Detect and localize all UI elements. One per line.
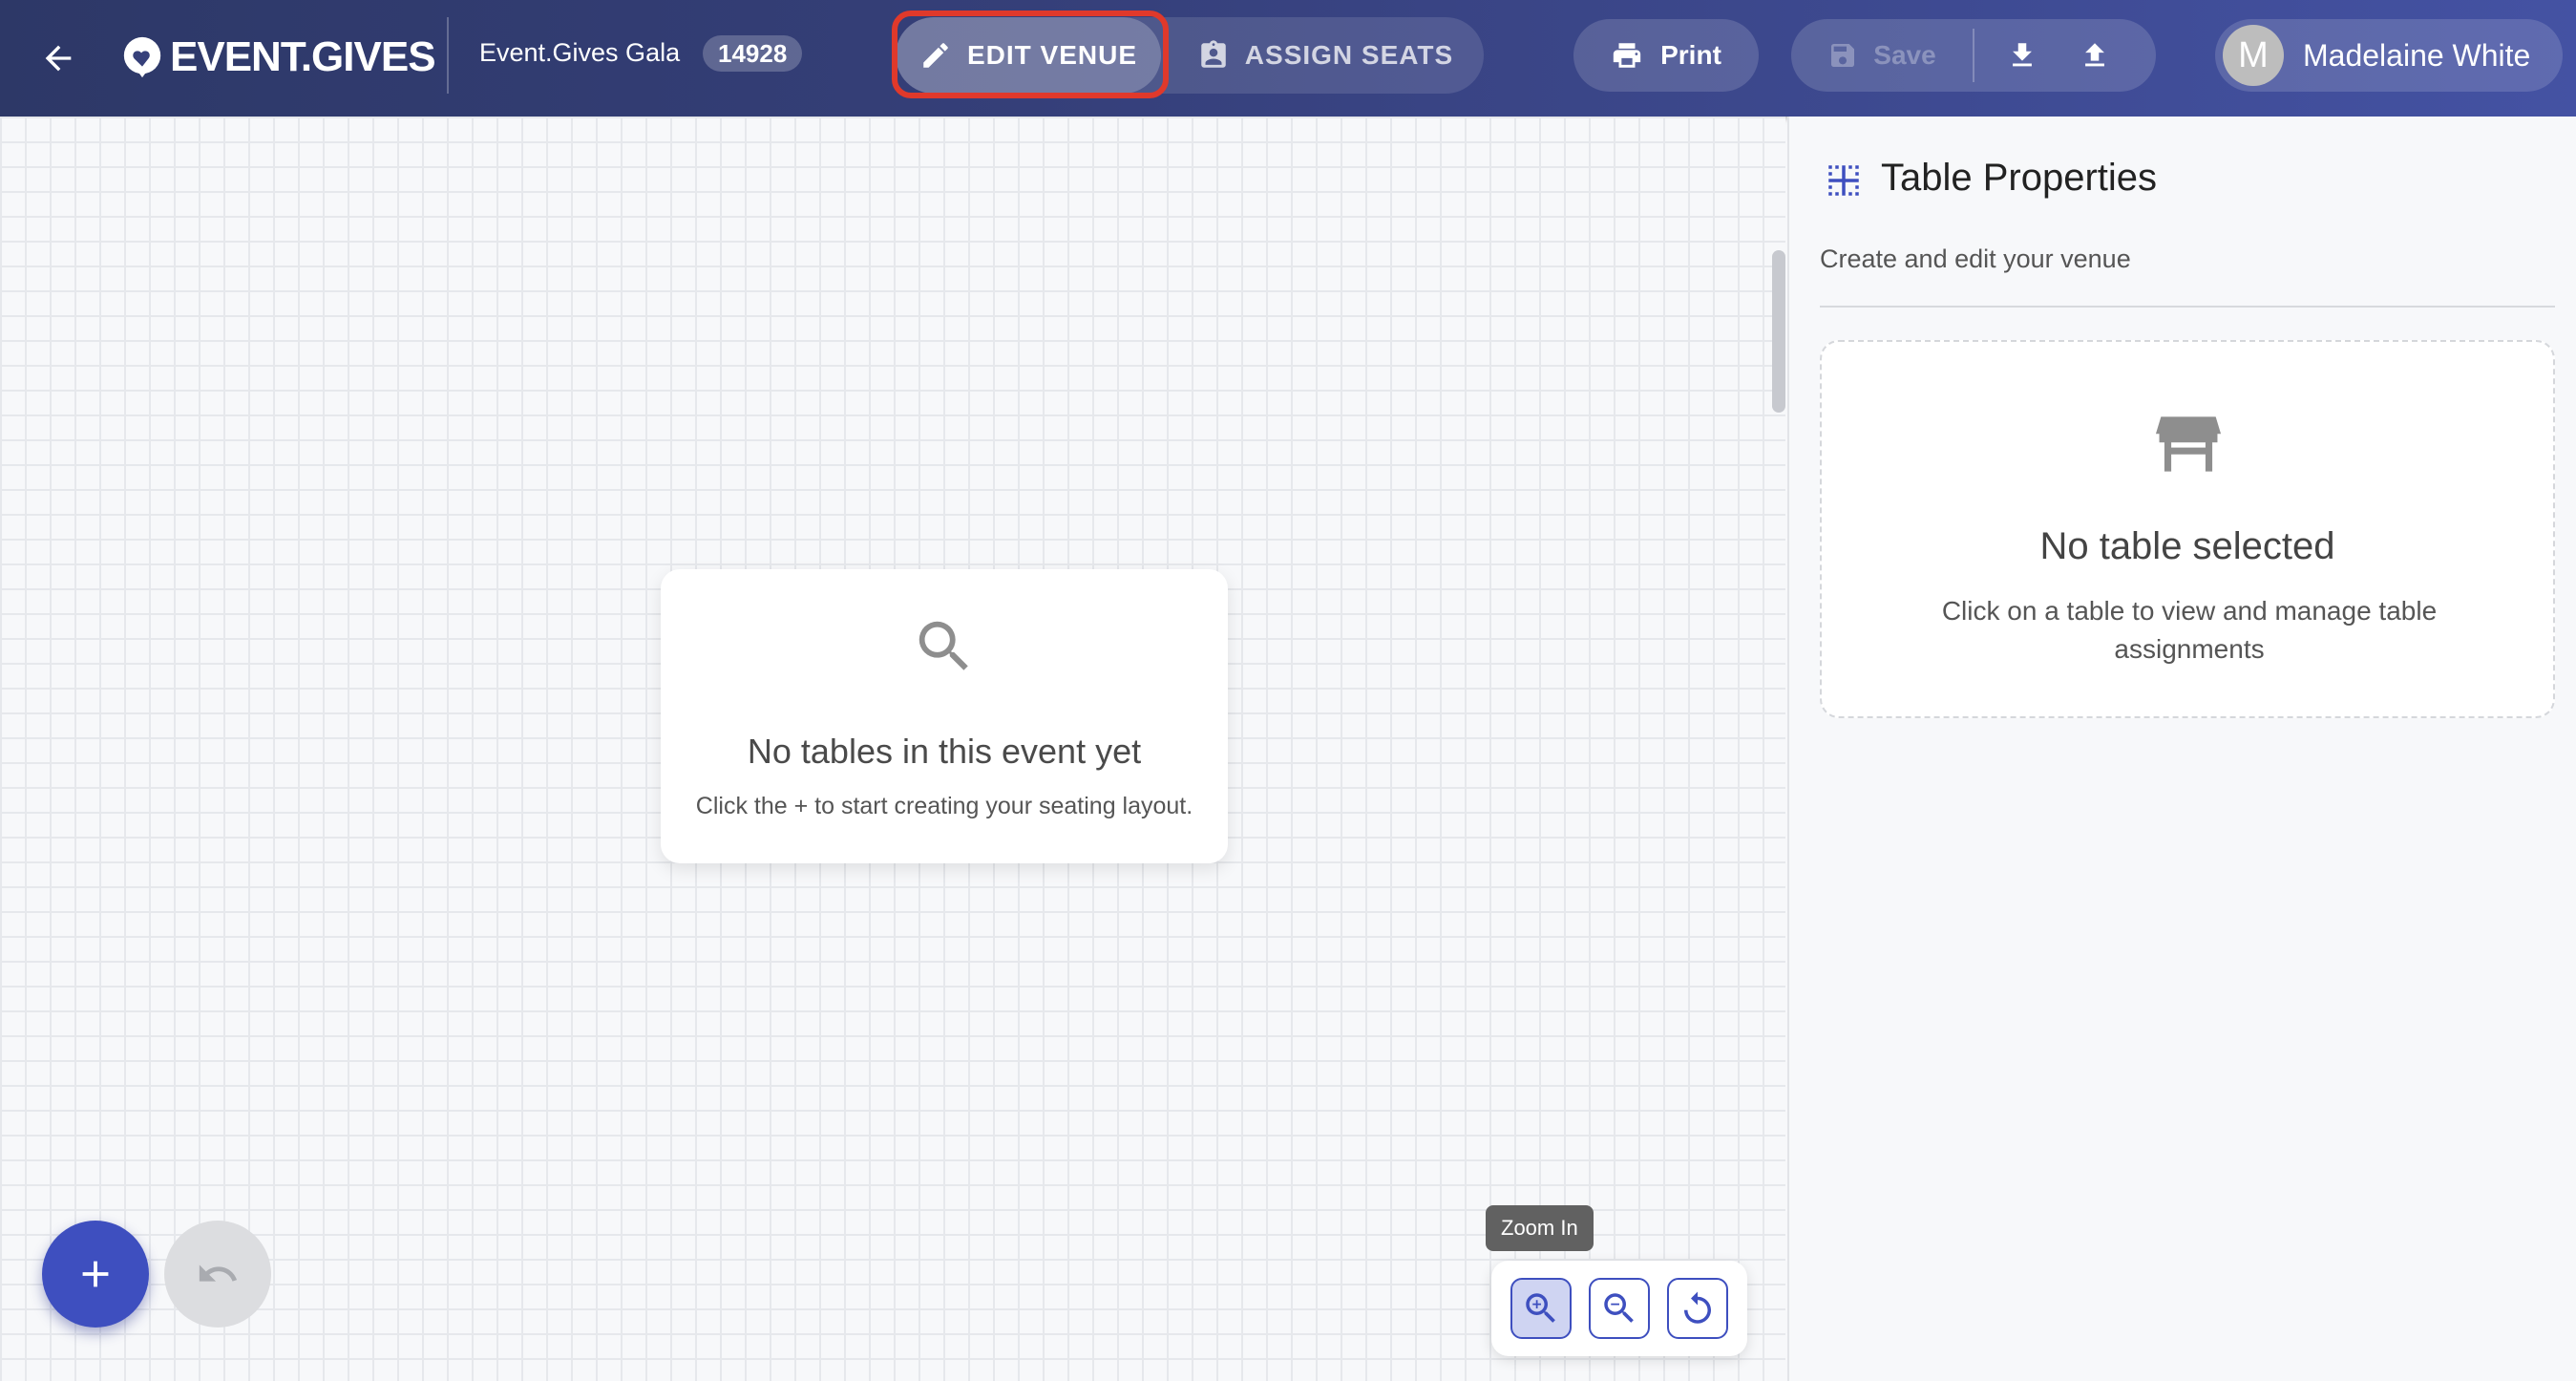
print-label: Print: [1660, 40, 1721, 70]
grid-layout-icon: [1828, 165, 1859, 196]
avatar: M: [2223, 25, 2284, 86]
download-button[interactable]: [1994, 27, 2051, 84]
event-id-badge: 14928: [703, 35, 803, 72]
zoom-in-button[interactable]: [1510, 1278, 1572, 1339]
event-name: Event.Gives Gala: [479, 38, 681, 67]
user-menu[interactable]: M Madelaine White: [2215, 19, 2563, 92]
zoom-controls: [1491, 1261, 1747, 1356]
empty-state-title: No tables in this event yet: [747, 732, 1142, 771]
upload-icon: [2085, 43, 2104, 67]
assign-seats-button[interactable]: ASSIGN SEATS: [1182, 17, 1468, 94]
pencil-icon: [923, 43, 948, 68]
zoom-in-tooltip: Zoom In: [1486, 1205, 1594, 1251]
zoom-out-button[interactable]: [1589, 1278, 1650, 1339]
no-table-subtitle: Click on a table to view and manage tabl…: [1941, 596, 2438, 664]
canvas-scrollbar[interactable]: [1772, 250, 1785, 413]
header-divider: [447, 17, 449, 94]
table-icon: [2155, 416, 2222, 472]
empty-state-card: No tables in this event yet Click the + …: [661, 569, 1228, 863]
panel-divider: [1820, 306, 2555, 308]
no-table-title: No table selected: [2039, 525, 2335, 567]
empty-state-subtitle: Click the + to start creating your seati…: [695, 793, 1193, 819]
zoom-in-icon: [1526, 1293, 1555, 1323]
panel-title: Table Properties: [1881, 157, 2158, 199]
app-logo: EVENT.GIVES: [120, 29, 436, 86]
search-icon: [918, 621, 968, 670]
download-icon: [2013, 43, 2032, 67]
arrow-left-icon: [45, 45, 72, 72]
user-name: Madelaine White: [2303, 37, 2531, 73]
add-table-button[interactable]: [42, 1221, 149, 1328]
back-button[interactable]: [25, 25, 92, 92]
logo-text: EVENT.GIVES: [170, 33, 436, 80]
save-label: Save: [1873, 40, 1936, 70]
no-table-selected-card: No table selected Click on a table to vi…: [1820, 340, 2555, 718]
undo-icon: [199, 1264, 238, 1282]
save-button[interactable]: Save: [1791, 19, 1973, 92]
file-actions-group: Save: [1791, 19, 2156, 92]
heart-logo-icon: [123, 36, 161, 78]
zoom-out-icon: [1604, 1293, 1634, 1323]
edit-venue-button[interactable]: EDIT VENUE: [896, 17, 1161, 94]
plus-icon: [82, 1261, 109, 1287]
top-bar: EVENT.GIVES Event.Gives Gala 14928 EDIT …: [0, 0, 2576, 117]
undo-button[interactable]: [164, 1221, 271, 1328]
floppy-disk-icon: [1831, 44, 1855, 67]
reset-rotate-icon: [1684, 1291, 1711, 1324]
printer-icon: [1613, 43, 1641, 68]
panel-subtitle: Create and edit your venue: [1820, 244, 2131, 273]
assign-seats-label: ASSIGN SEATS: [1244, 40, 1454, 70]
upload-button[interactable]: [2066, 27, 2123, 84]
file-divider: [1973, 29, 1974, 82]
mode-toggle-group: EDIT VENUE ASSIGN SEATS: [896, 17, 1484, 94]
clipboard-user-icon: [1201, 40, 1226, 68]
edit-venue-label: EDIT VENUE: [966, 40, 1138, 70]
reset-view-button[interactable]: [1667, 1278, 1728, 1339]
print-button[interactable]: Print: [1573, 19, 1759, 92]
